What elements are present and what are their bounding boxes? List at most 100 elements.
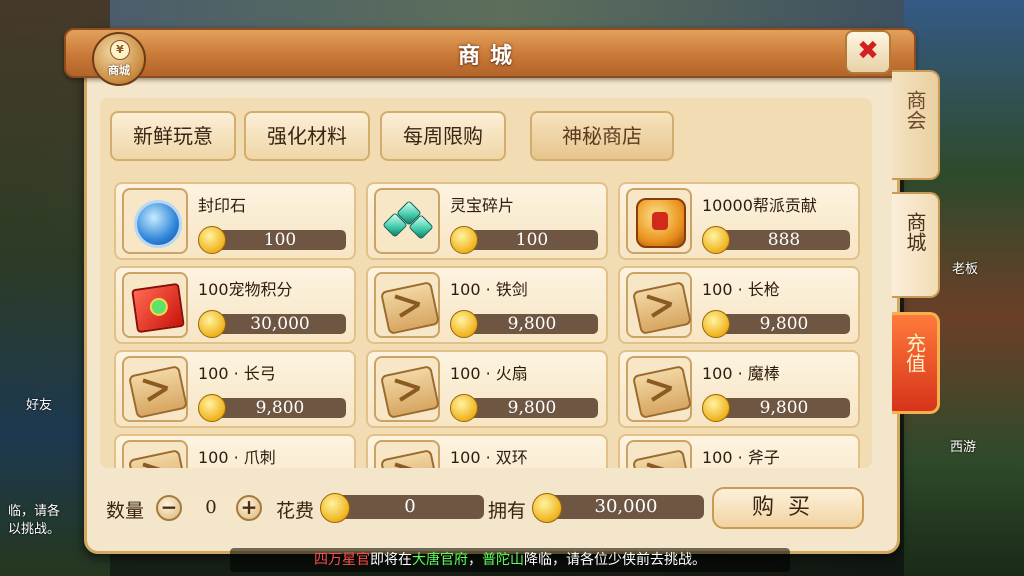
tab-mystery-shop[interactable]: 神秘商店 (530, 111, 674, 161)
ticker-text: ， (468, 552, 482, 568)
close-icon: ✖ (857, 36, 879, 66)
owned-value: 30,000 (548, 495, 704, 519)
item-price: 9,800 (466, 398, 598, 418)
item-card[interactable]: 100 · 爪刺 (114, 434, 356, 468)
coin-icon (320, 493, 350, 523)
item-card[interactable]: 100宠物积分 30,000 (114, 266, 356, 344)
item-icon-frame (626, 356, 693, 422)
coin-icon (450, 226, 478, 254)
pet-points-icon (131, 282, 185, 334)
tab-fresh-items[interactable]: 新鲜玩意 (110, 111, 236, 161)
side-tab-label: 充值 (902, 333, 927, 373)
item-list[interactable]: 封印石 100 灵宝碎片 100 10000帮派贡献 888 100宠物积分 3… (110, 178, 866, 468)
tab-weekly-limited[interactable]: 每周限购 (380, 111, 506, 161)
item-price: 9,800 (214, 398, 346, 418)
item-icon-frame (122, 440, 189, 468)
item-icon-frame (122, 356, 189, 422)
coin-icon (532, 493, 562, 523)
item-icon-frame (626, 272, 693, 338)
item-price: 100 (466, 230, 598, 250)
owned-label: 拥有 (488, 500, 527, 522)
item-icon-frame (374, 356, 441, 422)
scroll-icon (631, 365, 693, 419)
item-price: 100 (214, 230, 346, 250)
coin-icon (198, 310, 226, 338)
ticker-location-2: 普陀山 (482, 552, 524, 568)
item-icon-frame (122, 188, 188, 254)
item-icon-frame (374, 440, 441, 468)
item-card[interactable]: 100 · 长枪 9,800 (618, 266, 860, 344)
tab-enhance-materials[interactable]: 强化材料 (244, 111, 370, 161)
side-tab-label: 商城 (903, 212, 927, 252)
bg-right-text-2: 老板 (952, 262, 979, 277)
item-name: 100 · 长弓 (198, 364, 276, 383)
scroll-icon (379, 449, 441, 468)
quantity-minus-button[interactable]: − (156, 495, 182, 521)
quantity-plus-button[interactable]: + (236, 495, 262, 521)
coin-icon (450, 394, 478, 422)
title-bar: 商城 (64, 28, 916, 78)
close-button[interactable]: ✖ (845, 30, 891, 74)
item-card[interactable]: 灵宝碎片 100 (366, 182, 608, 260)
scroll-icon (631, 449, 693, 468)
bg-chat-text-2: 以挑战。 (8, 522, 61, 537)
side-tab-guild-market[interactable]: 商会 (892, 70, 940, 180)
item-name: 10000帮派贡献 (702, 196, 817, 215)
item-icon-frame (374, 188, 440, 254)
item-card[interactable]: 100 · 长弓 9,800 (114, 350, 356, 428)
item-name: 灵宝碎片 (450, 196, 515, 215)
item-icon-frame (374, 272, 441, 338)
item-name: 100 · 斧子 (702, 448, 780, 467)
coin-icon (702, 310, 730, 338)
coin-icon (702, 394, 730, 422)
item-card[interactable]: 10000帮派贡献 888 (618, 182, 860, 260)
item-price: 9,800 (466, 314, 598, 334)
item-price: 9,800 (718, 314, 850, 334)
item-card[interactable]: 100 · 双环 (366, 434, 608, 468)
item-icon-frame (122, 272, 188, 338)
yuan-coin-icon: ¥ (110, 40, 130, 60)
item-name: 100 · 魔棒 (702, 364, 780, 383)
guild-contribution-icon (636, 198, 686, 248)
seal-stone-icon (134, 200, 182, 248)
ticker-text: 即将在 (370, 552, 412, 568)
item-card[interactable]: 100 · 铁剑 9,800 (366, 266, 608, 344)
scroll-icon (379, 281, 441, 335)
item-name: 100宠物积分 (198, 280, 293, 299)
item-card[interactable]: 封印石 100 (114, 182, 356, 260)
side-tab-shop[interactable]: 商城 (892, 192, 940, 298)
shop-badge-icon: ¥ 商城 (92, 32, 146, 86)
item-price: 30,000 (214, 314, 346, 334)
quantity-label: 数量 (106, 500, 145, 522)
coin-icon (450, 310, 478, 338)
spirit-shard-icon (382, 200, 434, 240)
page-title: 商城 (457, 44, 522, 69)
item-card[interactable]: 100 · 魔棒 9,800 (618, 350, 860, 428)
item-name: 100 · 爪刺 (198, 448, 276, 467)
shop-badge-label: 商城 (108, 64, 130, 77)
quantity-field[interactable]: 0 (186, 497, 236, 519)
item-name: 封印石 (198, 196, 247, 215)
scroll-icon (631, 281, 693, 335)
item-name: 100 · 双环 (450, 448, 528, 467)
ticker-location-1: 大唐官府 (412, 552, 468, 568)
item-icon-frame (626, 440, 693, 468)
ticker-text: 降临，请各位少侠前去挑战。 (524, 552, 706, 568)
side-tab-recharge[interactable]: 充值 (892, 312, 940, 414)
coin-icon (198, 226, 226, 254)
item-card[interactable]: 100 · 火扇 9,800 (366, 350, 608, 428)
bg-chat-text-1: 临，请各 (8, 504, 61, 519)
cost-label: 花费 (276, 500, 315, 522)
scroll-icon (127, 449, 189, 468)
bg-right-text-1: 西游 (950, 440, 977, 455)
friends-label[interactable]: 好友 (26, 394, 52, 413)
scroll-icon (379, 365, 441, 419)
ticker-boss-name: 四万星官 (314, 552, 370, 568)
buy-button[interactable]: 购买 (712, 487, 864, 529)
item-card[interactable]: 100 · 斧子 (618, 434, 860, 468)
scroll-icon (127, 365, 189, 419)
item-name: 100 · 火扇 (450, 364, 528, 383)
coin-icon (198, 394, 226, 422)
item-price: 9,800 (718, 398, 850, 418)
item-price: 888 (718, 230, 850, 250)
